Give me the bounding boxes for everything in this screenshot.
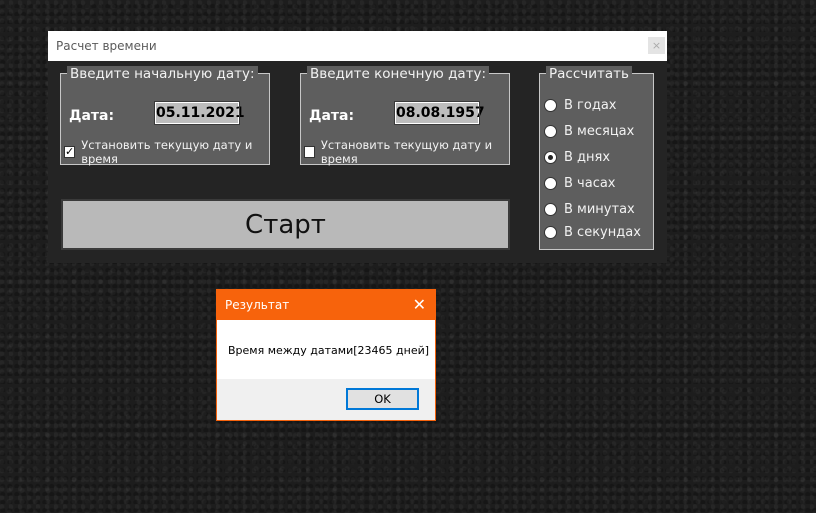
radio-label: В секундах xyxy=(564,225,641,240)
checkbox-checked-icon[interactable]: ✓ xyxy=(64,146,76,158)
radio-label: В минутах xyxy=(564,202,635,217)
radio-months[interactable]: В месяцах xyxy=(544,124,634,139)
start-date-group: Введите начальную дату: Дата: 05.11.2021… xyxy=(60,66,270,166)
window-title: Расчет времени xyxy=(56,39,157,53)
radio-minutes[interactable]: В минутах xyxy=(544,202,635,217)
ok-button[interactable]: OK xyxy=(346,388,419,410)
radio-label: В днях xyxy=(564,150,611,165)
checkbox-unchecked-icon[interactable] xyxy=(304,146,315,158)
dialog-body: Время между датами[23465 дней] xyxy=(217,320,435,379)
start-button[interactable]: Старт xyxy=(61,199,510,250)
radio-hours[interactable]: В часах xyxy=(544,176,616,191)
radio-selected-icon[interactable] xyxy=(544,151,557,164)
dialog-title-bar[interactable]: Результат ✕ xyxy=(217,290,435,320)
radio-circle-icon[interactable] xyxy=(544,203,557,216)
end-date-group: Введите конечную дату: Дата: 08.08.1957 … xyxy=(300,66,510,166)
dialog-title: Результат xyxy=(225,298,290,312)
title-bar[interactable]: Расчет времени × xyxy=(48,31,667,61)
start-current-date-checkbox[interactable]: ✓ Установить текущую дату и время xyxy=(64,138,269,166)
start-date-label: Дата: xyxy=(69,108,115,124)
end-date-label: Дата: xyxy=(309,108,355,124)
radio-label: В годах xyxy=(564,98,617,113)
radio-seconds[interactable]: В секундах xyxy=(544,225,641,240)
radio-days[interactable]: В днях xyxy=(544,150,610,165)
end-current-date-checkbox[interactable]: Установить текущую дату и время xyxy=(304,138,509,166)
calculate-group: Рассчитать В годах В месяцах В днях В ча… xyxy=(539,66,654,250)
end-date-legend: Введите конечную дату: xyxy=(307,66,490,82)
radio-circle-icon[interactable] xyxy=(544,226,557,239)
start-date-legend: Введите начальную дату: xyxy=(67,66,258,82)
checkbox-label: Установить текущую дату и время xyxy=(320,138,493,166)
end-date-field[interactable]: 08.08.1957 xyxy=(394,101,485,125)
radio-years[interactable]: В годах xyxy=(544,98,616,113)
main-window: Расчет времени × Введите начальную дату:… xyxy=(48,31,667,263)
close-icon[interactable]: × xyxy=(648,37,665,54)
radio-circle-icon[interactable] xyxy=(544,177,557,190)
radio-label: В месяцах xyxy=(564,124,635,139)
dialog-message: Время между датами[23465 дней] xyxy=(228,344,430,357)
close-icon[interactable]: ✕ xyxy=(413,295,426,314)
radio-circle-icon[interactable] xyxy=(544,125,557,138)
start-date-field[interactable]: 05.11.2021 xyxy=(154,101,245,125)
radio-label: В часах xyxy=(564,176,616,191)
result-dialog: Результат ✕ Время между датами[23465 дне… xyxy=(216,289,436,421)
calculate-legend: Рассчитать xyxy=(546,66,632,82)
radio-circle-icon[interactable] xyxy=(544,99,557,112)
checkbox-label: Установить текущую дату и время xyxy=(81,138,253,166)
